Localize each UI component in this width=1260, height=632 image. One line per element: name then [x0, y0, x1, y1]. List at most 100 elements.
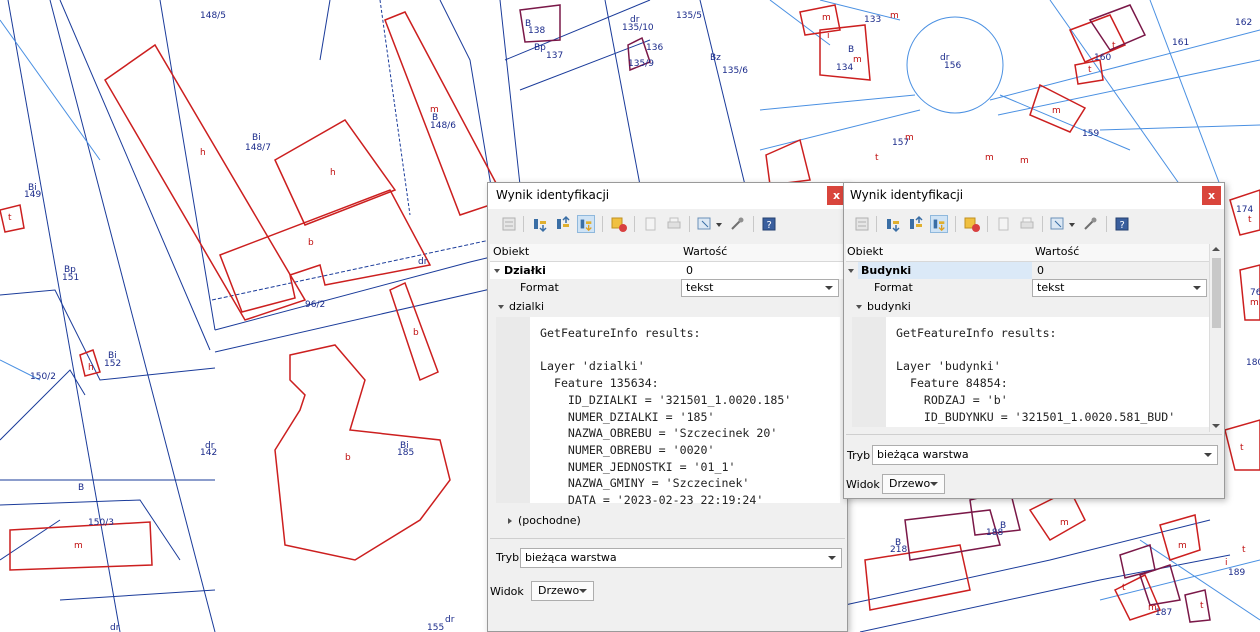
parcel-label: 189	[1228, 568, 1245, 578]
sublayer-row[interactable]: budynki	[846, 298, 1209, 315]
expand-new-icon[interactable]	[577, 215, 595, 233]
parcel-line	[159, 0, 216, 331]
clear-results-icon[interactable]	[963, 215, 981, 233]
expand-tree-icon[interactable]	[500, 215, 518, 233]
collapse-arrow-icon[interactable]	[498, 298, 508, 315]
view-select-button[interactable]: Drzewo	[882, 474, 945, 494]
parcel-label: 162	[1235, 18, 1252, 28]
building-label: m	[74, 541, 83, 551]
building-label: t	[1240, 443, 1244, 453]
svg-text:?: ?	[767, 220, 772, 231]
toolbar-separator	[1106, 216, 1107, 232]
building-label: m	[1148, 603, 1157, 613]
copy-icon[interactable]	[642, 215, 660, 233]
collapse-all-icon[interactable]	[907, 215, 925, 233]
view-select-button[interactable]: Drzewo	[531, 581, 594, 601]
select-features-icon[interactable]	[1049, 215, 1067, 233]
feature-info-textbox[interactable]: GetFeatureInfo results: Layer 'budynki' …	[852, 317, 1209, 427]
parcel-line	[214, 249, 521, 331]
dropdown-arrow-icon[interactable]	[1067, 215, 1077, 233]
sublayer-row[interactable]: dzialki	[490, 298, 847, 315]
scroll-up-icon[interactable]	[1212, 247, 1220, 251]
parcel-label: 76	[1250, 288, 1260, 298]
identify-results-panel-right: Wynik identyfikacji x ? Obiekt Wartość B…	[843, 182, 1225, 499]
select-features-icon[interactable]	[696, 215, 714, 233]
parcel-label: dr	[205, 441, 215, 451]
parcel-label: B	[525, 19, 531, 29]
layer-row[interactable]: Działki 0	[490, 262, 847, 279]
panel-titlebar[interactable]: Wynik identyfikacji x	[488, 183, 847, 209]
close-button[interactable]: x	[1202, 186, 1221, 205]
help-icon[interactable]: ?	[1113, 215, 1131, 233]
identify-settings-icon[interactable]	[1081, 215, 1099, 233]
derived-label: (pochodne)	[518, 514, 581, 527]
parcel-line	[59, 0, 211, 351]
parcel-label: 148/7	[245, 143, 271, 153]
parcel-label: 134	[836, 63, 853, 73]
scroll-down-icon[interactable]	[1212, 424, 1220, 428]
results-table-header: Obiekt Wartość	[490, 244, 847, 262]
expand-tree-icon[interactable]	[853, 215, 871, 233]
layer-row[interactable]: Budynki 0	[846, 262, 1209, 279]
format-select[interactable]: tekst	[1032, 279, 1207, 297]
building-label: i	[827, 31, 830, 41]
identify-settings-icon[interactable]	[728, 215, 746, 233]
collapse-all-icon[interactable]	[554, 215, 572, 233]
building-label: i	[1225, 558, 1228, 568]
mode-select[interactable]: bieżąca warstwa	[872, 445, 1218, 465]
toolbar-separator	[634, 216, 635, 232]
feature-info-textbox[interactable]: GetFeatureInfo results: Layer 'dzialki' …	[496, 317, 840, 507]
column-header-value[interactable]: Wartość	[683, 244, 727, 260]
collapse-arrow-icon[interactable]	[494, 262, 504, 279]
panel-titlebar[interactable]: Wynik identyfikacji x	[844, 183, 1224, 209]
parcel-label: B	[895, 538, 901, 548]
building-label: t	[1200, 601, 1204, 611]
collapse-arrow-icon[interactable]	[848, 262, 858, 279]
svg-text:?: ?	[1120, 220, 1125, 231]
derived-row[interactable]: (pochodne)	[490, 512, 847, 529]
building-label: m	[1020, 156, 1029, 166]
expand-arrow-icon[interactable]	[508, 512, 517, 529]
building-label: m	[1178, 541, 1187, 551]
clear-results-icon[interactable]	[610, 215, 628, 233]
building-label: b	[308, 238, 314, 248]
building-label: t	[1112, 41, 1116, 51]
vertical-scrollbar[interactable]	[1209, 244, 1223, 432]
parcel-line	[211, 239, 491, 301]
parcel-label: dr	[418, 257, 428, 267]
expand-all-icon[interactable]	[884, 215, 902, 233]
parcel-label: Bi	[108, 351, 117, 361]
expand-all-icon[interactable]	[531, 215, 549, 233]
parcel-label: 160	[1094, 53, 1111, 63]
column-header-object[interactable]: Obiekt	[493, 244, 529, 260]
results-table-header: Obiekt Wartość	[846, 244, 1209, 262]
building-outline-dark	[1088, 4, 1147, 51]
help-icon[interactable]: ?	[760, 215, 778, 233]
building-label: t	[1122, 583, 1126, 593]
column-header-value[interactable]: Wartość	[1035, 244, 1079, 260]
building-label: b	[345, 453, 351, 463]
dropdown-arrow-icon[interactable]	[714, 215, 724, 233]
column-header-object[interactable]: Obiekt	[847, 244, 883, 260]
parcel-label: Bi	[400, 441, 409, 451]
building-label: t	[1088, 65, 1092, 75]
building-outline	[274, 344, 451, 561]
building-label: m	[1250, 298, 1259, 308]
copy-icon[interactable]	[995, 215, 1013, 233]
mode-select[interactable]: bieżąca warstwa	[520, 548, 842, 568]
chevron-down-icon	[930, 482, 938, 486]
scrollbar-thumb[interactable]	[1212, 258, 1221, 328]
parcel-line	[59, 589, 216, 601]
expand-new-icon[interactable]	[930, 215, 948, 233]
building-label: m	[430, 105, 439, 115]
parcel-label: 135/5	[676, 11, 702, 21]
parcel-line	[0, 519, 61, 561]
building-label: h	[200, 148, 206, 158]
parcel-label: B	[1000, 521, 1006, 531]
print-icon[interactable]	[1018, 215, 1036, 233]
collapse-arrow-icon[interactable]	[856, 298, 866, 315]
building-label: t	[8, 213, 12, 223]
panel-title: Wynik identyfikacji	[496, 188, 610, 202]
print-icon[interactable]	[665, 215, 683, 233]
format-select[interactable]: tekst	[681, 279, 839, 297]
